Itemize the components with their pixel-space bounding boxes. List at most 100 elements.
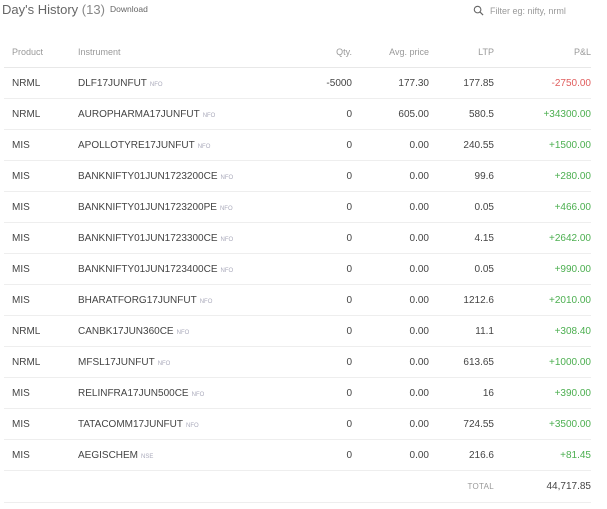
cell-pnl: +1500.00 (494, 129, 591, 161)
cell-product: NRML (4, 346, 78, 378)
instrument-symbol: CANBK17JUN360CE (78, 325, 174, 337)
cell-product: MIS (4, 439, 78, 471)
cell-pnl: +2010.00 (494, 284, 591, 316)
cell-ltp: 613.65 (429, 346, 494, 378)
cell-instrument: RELINFRA17JUN500CE NFO (78, 377, 308, 409)
cell-ltp: 580.5 (429, 98, 494, 130)
table-row[interactable]: MIS BANKNIFTY01JUN1723200CE NFO 0 0.00 99.6 +2… (4, 160, 591, 192)
filter-input[interactable] (488, 3, 607, 19)
cell-avg-price: 0.00 (352, 315, 429, 347)
cell-ltp: 99.6 (429, 160, 494, 192)
cell-instrument: AUROPHARMA17JUNFUT NFO (78, 98, 308, 130)
table-row[interactable]: NRML DLF17JUNFUT NFO -5000 177.30 177.85 -2750… (4, 67, 591, 99)
search-icon (473, 5, 484, 16)
cell-avg-price: 605.00 (352, 98, 429, 130)
positions-header: Day's History (13) Download (0, 0, 607, 24)
page-title-text: Day's History (2, 2, 79, 17)
instrument-symbol: AEGISCHEM (78, 449, 139, 461)
column-header-product[interactable]: Product (4, 36, 78, 68)
cell-ltp: 0.05 (429, 253, 494, 285)
cell-ltp: 0.05 (429, 191, 494, 223)
exchange-tag: NFO (220, 236, 234, 243)
instrument-symbol: RELINFRA17JUN500CE (78, 387, 189, 399)
cell-qty: 0 (308, 129, 352, 161)
cell-instrument: TATACOMM17JUNFUT NFO (78, 408, 308, 440)
cell-instrument: BANKNIFTY01JUN1723200PE NFO (78, 191, 308, 223)
cell-ltp: 240.55 (429, 129, 494, 161)
instrument-symbol: AUROPHARMA17JUNFUT (78, 108, 200, 120)
exchange-tag: NFO (157, 360, 171, 367)
exchange-tag: NFO (197, 143, 211, 150)
table-row[interactable]: MIS BANKNIFTY01JUN1723300CE NFO 0 0.00 4.15 +2… (4, 222, 591, 254)
cell-avg-price: 0.00 (352, 439, 429, 471)
cell-qty: 0 (308, 98, 352, 130)
cell-qty: 0 (308, 191, 352, 223)
cell-qty: 0 (308, 253, 352, 285)
cell-qty: 0 (308, 439, 352, 471)
column-header-pnl[interactable]: P&L (494, 36, 591, 68)
exchange-tag: NFO (176, 329, 190, 336)
instrument-symbol: BANKNIFTY01JUN1723400CE (78, 263, 218, 275)
cell-pnl: +2642.00 (494, 222, 591, 254)
table-body: NRML DLF17JUNFUT NFO -5000 177.30 177.85 -2750… (4, 67, 591, 471)
table-row[interactable]: MIS TATACOMM17JUNFUT NFO 0 0.00 724.55 +3500.0… (4, 408, 591, 440)
table-row[interactable]: MIS BANKNIFTY01JUN1723200PE NFO 0 0.00 0.05 +4… (4, 191, 591, 223)
cell-product: MIS (4, 253, 78, 285)
instrument-symbol: BANKNIFTY01JUN1723200CE (78, 170, 218, 182)
cell-qty: 0 (308, 408, 352, 440)
exchange-tag: NFO (186, 422, 199, 429)
cell-pnl: +34300.00 (494, 98, 591, 130)
exchange-tag: NFO (220, 267, 234, 274)
cell-pnl: +81.45 (494, 439, 591, 471)
cell-qty: 0 (308, 346, 352, 378)
instrument-symbol: DLF17JUNFUT (78, 77, 147, 89)
cell-qty: -5000 (308, 67, 352, 99)
cell-avg-price: 177.30 (352, 67, 429, 99)
cell-avg-price: 0.00 (352, 222, 429, 254)
instrument-symbol: MFSL17JUNFUT (78, 356, 155, 368)
table-row[interactable]: NRML CANBK17JUN360CE NFO 0 0.00 11.1 +308.40 (4, 315, 591, 347)
column-header-qty[interactable]: Qty. (308, 36, 352, 68)
total-value: 44,717.85 (546, 481, 592, 492)
cell-ltp: 4.15 (429, 222, 494, 254)
exchange-tag: NFO (199, 298, 213, 305)
cell-qty: 0 (308, 222, 352, 254)
cell-avg-price: 0.00 (352, 377, 429, 409)
cell-pnl: +280.00 (494, 160, 591, 192)
cell-ltp: 16 (429, 377, 494, 409)
download-link[interactable]: Download (110, 4, 148, 14)
instrument-symbol: BANKNIFTY01JUN1723300CE (78, 232, 218, 244)
cell-pnl: +390.00 (494, 377, 591, 409)
table-row[interactable]: MIS BHARATFORG17JUNFUT NFO 0 0.00 1212.6 +2010… (4, 284, 591, 316)
cell-product: MIS (4, 160, 78, 192)
cell-pnl: +990.00 (494, 253, 591, 285)
cell-pnl: +466.00 (494, 191, 591, 223)
cell-product: MIS (4, 408, 78, 440)
page-title: Day's History (13) (2, 2, 105, 17)
cell-product: MIS (4, 129, 78, 161)
cell-qty: 0 (308, 377, 352, 409)
table-row[interactable]: NRML MFSL17JUNFUT NFO 0 0.00 613.65 +1000.00 (4, 346, 591, 378)
cell-avg-price: 0.00 (352, 160, 429, 192)
cell-pnl: +308.40 (494, 315, 591, 347)
table-row[interactable]: MIS AEGISCHEM NSE 0 0.00 216.6 +81.45 (4, 439, 591, 471)
table-row[interactable]: MIS APOLLOTYRE17JUNFUT NFO 0 0.00 240.55 +1500… (4, 129, 591, 161)
cell-avg-price: 0.00 (352, 408, 429, 440)
cell-instrument: BANKNIFTY01JUN1723400CE NFO (78, 253, 308, 285)
exchange-tag: NFO (219, 205, 233, 212)
column-header-avg-price[interactable]: Avg. price (352, 36, 429, 68)
column-header-instrument[interactable]: Instrument (78, 36, 308, 68)
cell-instrument: DLF17JUNFUT NFO (78, 67, 308, 99)
cell-ltp: 177.85 (429, 67, 494, 99)
table-row[interactable]: NRML AUROPHARMA17JUNFUT NFO 0 605.00 580.5 +34… (4, 98, 591, 130)
cell-instrument: BHARATFORG17JUNFUT NFO (78, 284, 308, 316)
cell-product: MIS (4, 222, 78, 254)
table-row[interactable]: MIS RELINFRA17JUN500CE NFO 0 0.00 16 +390.00 (4, 377, 591, 409)
position-count: (13) (81, 2, 105, 17)
total-label: TOTAL (467, 482, 494, 491)
cell-ltp: 724.55 (429, 408, 494, 440)
cell-instrument: BANKNIFTY01JUN1723200CE NFO (78, 160, 308, 192)
column-header-ltp[interactable]: LTP (429, 36, 494, 68)
table-row[interactable]: MIS BANKNIFTY01JUN1723400CE NFO 0 0.00 0.05 +9… (4, 253, 591, 285)
cell-avg-price: 0.00 (352, 346, 429, 378)
